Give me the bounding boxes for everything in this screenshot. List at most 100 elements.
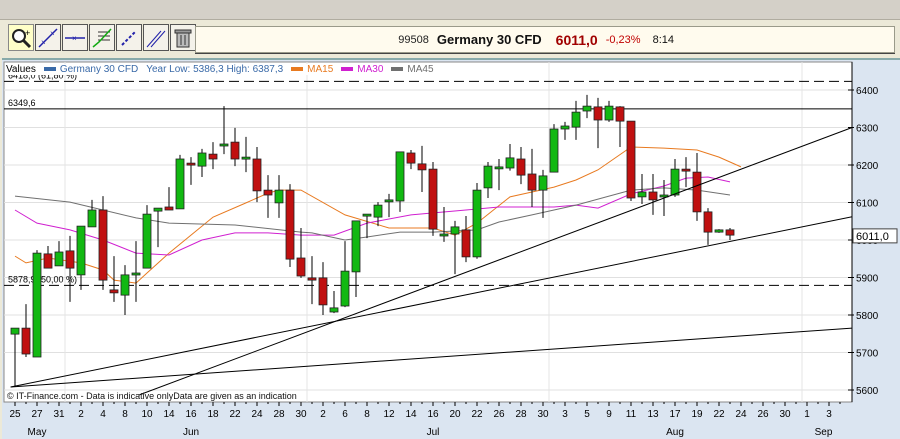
candle-body [208, 153, 218, 160]
candle-body [483, 165, 493, 189]
candle-body [219, 143, 229, 147]
candle [626, 120, 636, 201]
x-tick-label: 26 [757, 409, 769, 420]
candle-body [307, 277, 317, 281]
candle [549, 124, 559, 173]
candle [98, 196, 108, 290]
candle [714, 229, 724, 233]
candle-body [54, 251, 64, 267]
legend-ma45: MA45 [391, 64, 434, 75]
candle-body [197, 152, 207, 167]
candle-body [439, 233, 449, 237]
candle-body [285, 189, 295, 260]
candle-body [98, 209, 108, 281]
candle-body [472, 189, 482, 258]
candle-body [76, 225, 86, 276]
y-tick-label: 5700 [856, 349, 879, 360]
x-tick-label: 22 [471, 409, 483, 420]
chart-legend: Values Germany 30 CFD Year Low: 5386,3 H… [6, 64, 434, 75]
x-tick-label: 10 [141, 409, 153, 420]
candle-body [527, 173, 537, 191]
candle-body [65, 250, 75, 269]
x-tick-label: 16 [185, 409, 197, 420]
candle-body [252, 158, 262, 192]
y-tick-label: 6200 [856, 161, 879, 172]
x-tick-label: 24 [251, 409, 263, 420]
x-tick-label: 8 [122, 409, 128, 420]
candle-body [450, 226, 460, 235]
candle-body [384, 199, 394, 203]
candle [472, 183, 482, 259]
x-tick-label: 30 [779, 409, 791, 420]
candle-body [230, 141, 240, 160]
candle-body [604, 105, 614, 121]
candle-body [340, 270, 350, 307]
x-tick-label: 14 [163, 409, 175, 420]
candle-body [725, 229, 735, 236]
candle-body [186, 162, 196, 166]
candle-body [626, 120, 636, 199]
legend-instrument-label: Germany 30 CFD [59, 64, 139, 75]
candle-body [571, 111, 581, 128]
candle-body [516, 158, 526, 176]
candle-body [593, 106, 603, 121]
level-label: 5878,9 (50,00 %) [8, 274, 77, 284]
candle-body [703, 211, 713, 233]
candle-body [351, 220, 361, 273]
candle [175, 154, 185, 210]
candle-body [318, 277, 328, 306]
x-tick-label: 16 [427, 409, 439, 420]
candle-body [494, 166, 504, 170]
candle-body [373, 204, 383, 218]
x-tick-label: 22 [713, 409, 725, 420]
legend-year-range: Year Low: 5386,3 High: 6387,3 [146, 64, 284, 75]
month-label: Jul [427, 427, 440, 438]
legend-ma45-label: MA45 [407, 64, 434, 75]
y-tick-label: 6300 [856, 124, 879, 135]
x-tick-label: 30 [537, 409, 549, 420]
candle-body [263, 189, 273, 196]
y-tick-label: 5800 [856, 311, 879, 322]
x-tick-label: 18 [207, 409, 219, 420]
month-label: May [28, 427, 47, 438]
month-label: Sep [815, 427, 833, 438]
candle-body [142, 213, 152, 269]
candle-body [10, 327, 20, 335]
x-tick-label: 1 [804, 409, 810, 420]
x-tick-label: 25 [9, 409, 21, 420]
candle-body [615, 106, 625, 122]
candle-body [670, 168, 680, 196]
candle-body [274, 189, 284, 204]
candle [285, 184, 295, 267]
x-tick-label: 3 [826, 409, 832, 420]
candle-body [417, 163, 427, 171]
candle-body [120, 274, 130, 296]
y-tick-label: 5600 [856, 386, 879, 397]
candle-body [362, 213, 372, 217]
candle-body [648, 191, 658, 201]
month-label: Jun [183, 427, 199, 438]
candle-body [329, 307, 339, 313]
candle [142, 205, 152, 269]
candle-body [637, 191, 647, 198]
candle-body [549, 128, 559, 173]
x-tick-label: 24 [735, 409, 747, 420]
candle [428, 162, 438, 236]
candle-body [241, 156, 251, 160]
x-tick-label: 20 [449, 409, 461, 420]
candle-body [681, 168, 691, 172]
legend-ma30: MA30 [341, 64, 383, 75]
y-tick-label: 5900 [856, 274, 879, 285]
level-label: 6349,6 [8, 98, 36, 108]
legend-instrument: Germany 30 CFD [43, 64, 139, 75]
candle-body [109, 289, 119, 294]
candle-body [714, 229, 724, 233]
x-tick-label: 12 [383, 409, 395, 420]
x-tick-label: 2 [320, 409, 326, 420]
legend-values-label: Values [6, 64, 36, 75]
x-tick-label: 3 [562, 409, 568, 420]
x-tick-label: 14 [405, 409, 417, 420]
x-tick-label: 22 [229, 409, 241, 420]
candle-body [175, 158, 185, 210]
x-tick-label: 28 [273, 409, 285, 420]
